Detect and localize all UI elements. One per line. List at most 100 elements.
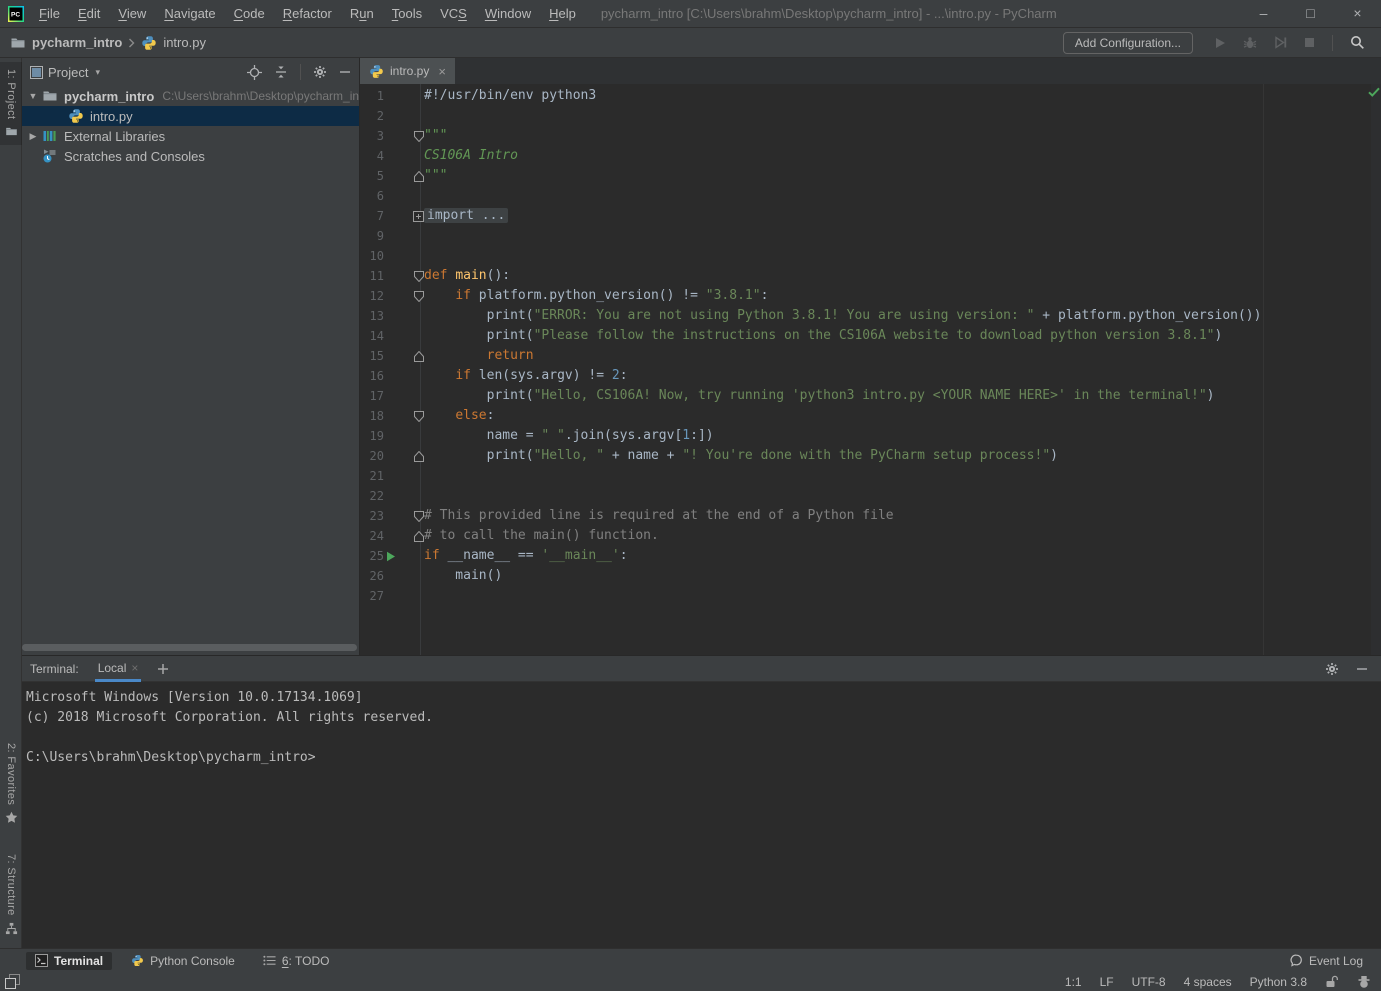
line-number: 27 — [360, 586, 384, 606]
status-4-spaces[interactable]: 4 spaces — [1184, 975, 1232, 989]
menu-file[interactable]: File — [30, 0, 69, 28]
hide-panel-icon[interactable] — [339, 66, 351, 78]
run-gutter-icon[interactable] — [384, 551, 398, 562]
code-line[interactable]: 27 — [360, 586, 1381, 606]
menu-navigate[interactable]: Navigate — [155, 0, 224, 28]
tool-button-terminal[interactable]: Terminal — [26, 952, 112, 970]
tree-expanded-arrow-icon[interactable]: ▼ — [24, 91, 42, 101]
code-line[interactable]: 13 print("ERROR: You are not using Pytho… — [360, 306, 1381, 326]
code-line[interactable]: 25if __name__ == '__main__': — [360, 546, 1381, 566]
code-line[interactable]: 10 — [360, 246, 1381, 266]
stripe-tab-2-favorites[interactable]: 2: Favorites — [0, 736, 22, 831]
status-python-3-8[interactable]: Python 3.8 — [1250, 975, 1307, 989]
stripe-tab-1-project[interactable]: 1: Project — [0, 62, 22, 145]
status-utf-8[interactable]: UTF-8 — [1132, 975, 1166, 989]
close-button[interactable]: × — [1334, 0, 1381, 28]
menu-run[interactable]: Run — [341, 0, 383, 28]
fold-marker-icon[interactable] — [398, 531, 419, 542]
terminal-panel: Terminal: Local × Microsoft Windows [Ver… — [22, 655, 1381, 948]
menu-edit[interactable]: Edit — [69, 0, 109, 28]
menu-refactor[interactable]: Refactor — [274, 0, 341, 28]
terminal-tab-local[interactable]: Local × — [95, 656, 142, 682]
run-icon — [1214, 37, 1226, 49]
breadcrumb-item-intro-py[interactable]: intro.py — [141, 35, 206, 51]
tab-intro-py[interactable]: intro.py × — [360, 58, 455, 84]
menu-tools[interactable]: Tools — [383, 0, 431, 28]
code-line[interactable]: 18 else: — [360, 406, 1381, 426]
fold-marker-icon[interactable] — [398, 451, 419, 462]
stripe-tab-7-structure[interactable]: 7: Structure — [0, 847, 22, 942]
tree-item-pycharm-intro[interactable]: ▼pycharm_introC:\Users\brahm\Desktop\pyc… — [22, 86, 359, 106]
code-line[interactable]: 24# to call the main() function. — [360, 526, 1381, 546]
tool-button-6-todo[interactable]: 6: TODO — [254, 952, 339, 970]
hector-icon[interactable] — [1357, 975, 1371, 989]
hide-terminal-icon[interactable] — [1356, 663, 1368, 675]
code-text: # This provided line is required at the … — [419, 506, 894, 526]
tree-item-scratches-and-consoles[interactable]: Scratches and Consoles — [22, 146, 359, 166]
tree-item-intro-py[interactable]: intro.py — [22, 106, 359, 126]
menu-help[interactable]: Help — [540, 0, 585, 28]
code-line[interactable]: 26 main() — [360, 566, 1381, 586]
search-icon[interactable] — [1350, 35, 1365, 50]
fold-marker-icon[interactable] — [398, 411, 419, 422]
tree-item-label: External Libraries — [64, 129, 165, 144]
locate-icon[interactable] — [247, 65, 262, 80]
code-line[interactable]: 16 if len(sys.argv) != 2: — [360, 366, 1381, 386]
lock-icon[interactable] — [1325, 975, 1339, 989]
tool-button-python-console[interactable]: Python Console — [122, 952, 244, 970]
code-line[interactable]: 14 print("Please follow the instructions… — [360, 326, 1381, 346]
code-line[interactable]: 23# This provided line is required at th… — [360, 506, 1381, 526]
fold-marker-icon[interactable] — [398, 351, 419, 362]
status-1-1[interactable]: 1:1 — [1065, 975, 1082, 989]
code-line[interactable]: 1#!/usr/bin/env python3 — [360, 86, 1381, 106]
close-icon[interactable]: × — [131, 661, 138, 675]
code-line[interactable]: 20 print("Hello, " + name + "! You're do… — [360, 446, 1381, 466]
menu-code[interactable]: Code — [225, 0, 274, 28]
menu-view[interactable]: View — [109, 0, 155, 28]
tool-windows-dock-icon[interactable] — [5, 974, 20, 989]
project-panel-title[interactable]: Project — [48, 65, 88, 80]
code-line[interactable]: 7import ... — [360, 206, 1381, 226]
maximize-button[interactable]: □ — [1287, 0, 1334, 28]
code-line[interactable]: 19 name = " ".join(sys.argv[1:]) — [360, 426, 1381, 446]
code-line[interactable]: 12 if platform.python_version() != "3.8.… — [360, 286, 1381, 306]
line-number: 16 — [360, 366, 384, 386]
gear-icon[interactable] — [313, 65, 327, 79]
tree-collapsed-arrow-icon[interactable]: ▶ — [24, 131, 42, 142]
new-session-icon[interactable] — [157, 663, 169, 675]
fold-marker-icon[interactable] — [398, 211, 419, 222]
fold-marker-icon[interactable] — [398, 171, 419, 182]
code-line[interactable]: 9 — [360, 226, 1381, 246]
chevron-down-icon[interactable]: ▾ — [95, 67, 100, 78]
code-area[interactable]: 1#!/usr/bin/env python323"""4CS106A Intr… — [360, 84, 1381, 655]
code-line[interactable]: 3""" — [360, 126, 1381, 146]
code-line[interactable]: 15 return — [360, 346, 1381, 366]
fold-marker-icon[interactable] — [398, 291, 419, 302]
code-line[interactable]: 22 — [360, 486, 1381, 506]
collapse-all-icon[interactable] — [274, 65, 288, 79]
close-icon[interactable]: × — [438, 64, 446, 79]
fold-marker-icon[interactable] — [398, 271, 419, 282]
breadcrumb-item-pycharm-intro[interactable]: pycharm_intro — [10, 35, 122, 51]
menu-window[interactable]: Window — [476, 0, 540, 28]
horizontal-scrollbar[interactable] — [22, 644, 357, 651]
terminal-title: Terminal: — [30, 662, 79, 676]
code-line[interactable]: 17 print("Hello, CS106A! Now, try runnin… — [360, 386, 1381, 406]
code-line[interactable]: 21 — [360, 466, 1381, 486]
folder-icon — [5, 125, 18, 138]
code-line[interactable]: 5""" — [360, 166, 1381, 186]
terminal-output[interactable]: Microsoft Windows [Version 10.0.17134.10… — [22, 682, 1381, 948]
minimize-button[interactable]: – — [1240, 0, 1287, 28]
code-line[interactable]: 2 — [360, 106, 1381, 126]
terminal-settings-gear-icon[interactable] — [1325, 662, 1339, 676]
code-line[interactable]: 4CS106A Intro — [360, 146, 1381, 166]
fold-marker-icon[interactable] — [398, 131, 419, 142]
fold-marker-icon[interactable] — [398, 511, 419, 522]
code-line[interactable]: 6 — [360, 186, 1381, 206]
status-lf[interactable]: LF — [1100, 975, 1114, 989]
tree-item-external-libraries[interactable]: ▶ External Libraries — [22, 126, 359, 146]
menu-vcs[interactable]: VCS — [431, 0, 476, 28]
add-configuration-button[interactable]: Add Configuration... — [1063, 32, 1193, 54]
event-log-button[interactable]: Event Log — [1290, 954, 1363, 968]
code-line[interactable]: 11def main(): — [360, 266, 1381, 286]
